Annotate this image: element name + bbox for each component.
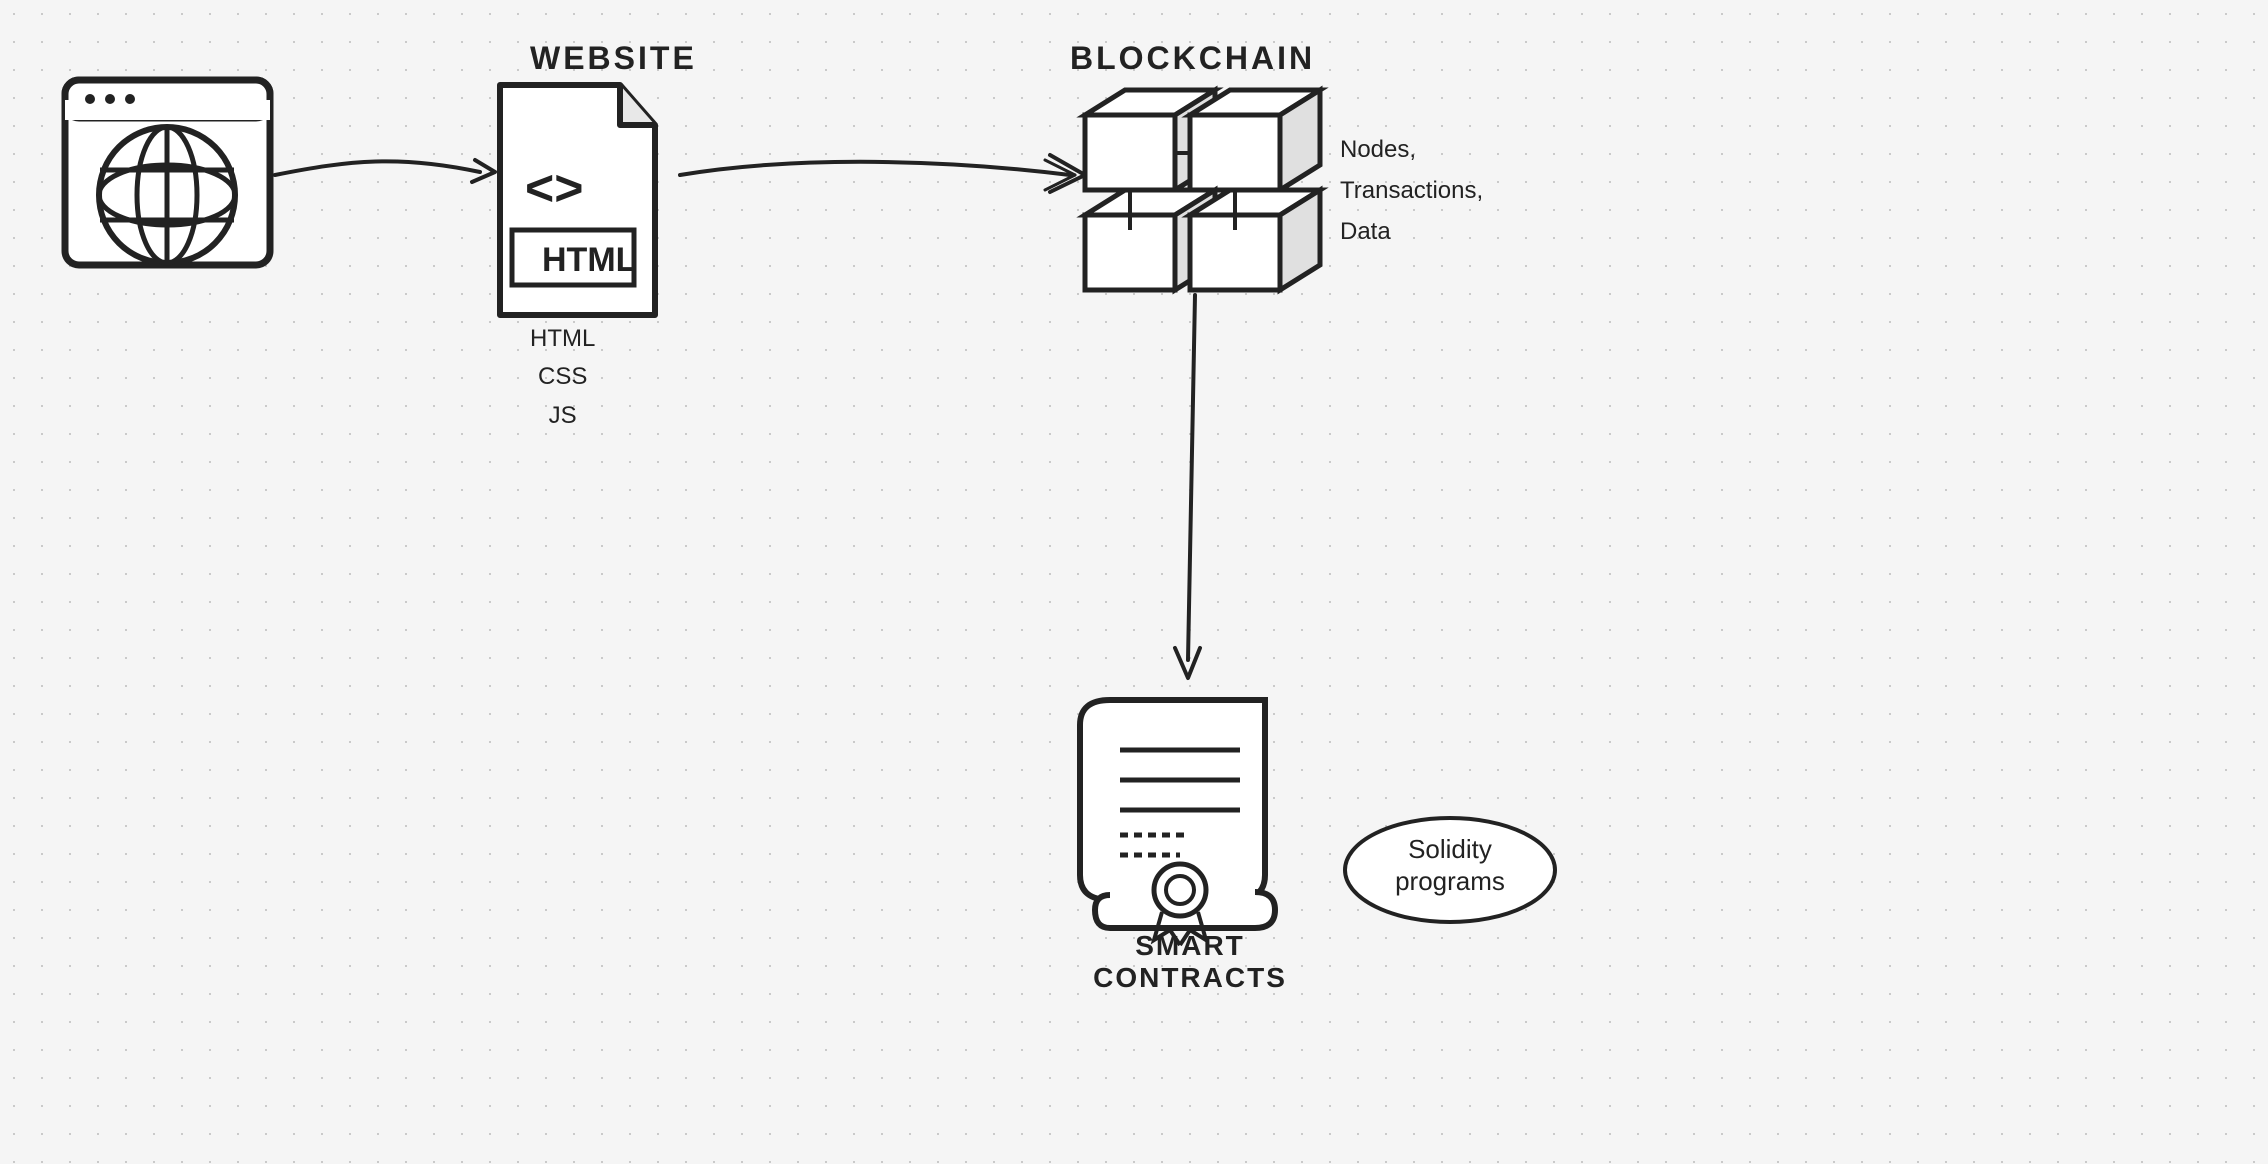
blockchain-icon <box>1085 90 1320 290</box>
html-file-icon: <> HTML <box>500 85 655 315</box>
smart-contract-icon <box>1080 700 1275 945</box>
svg-text:HTML: HTML <box>542 241 636 279</box>
svg-text:<>: <> <box>525 160 583 216</box>
solidity-bubble: Solidity programs <box>1345 818 1555 922</box>
svg-text:Solidity: Solidity <box>1408 834 1492 864</box>
diagram-container: WEBSITE BLOCKCHAIN HTML CSS JS Nodes, Tr… <box>0 0 2268 1164</box>
arrow-html-to-blockchain <box>680 155 1085 192</box>
html-css-js-label: HTML CSS JS <box>530 320 595 435</box>
svg-text:programs: programs <box>1395 866 1505 896</box>
arrow-browser-to-html <box>275 160 495 182</box>
blockchain-desc-label: Nodes, Transactions, Data <box>1340 130 1483 252</box>
smart-contracts-label: SMART CONTRACTS <box>1080 930 1300 994</box>
browser-icon <box>65 80 270 265</box>
website-label: WEBSITE <box>530 40 697 77</box>
arrow-blockchain-to-contract <box>1175 295 1200 678</box>
blockchain-label: BLOCKCHAIN <box>1070 40 1315 77</box>
